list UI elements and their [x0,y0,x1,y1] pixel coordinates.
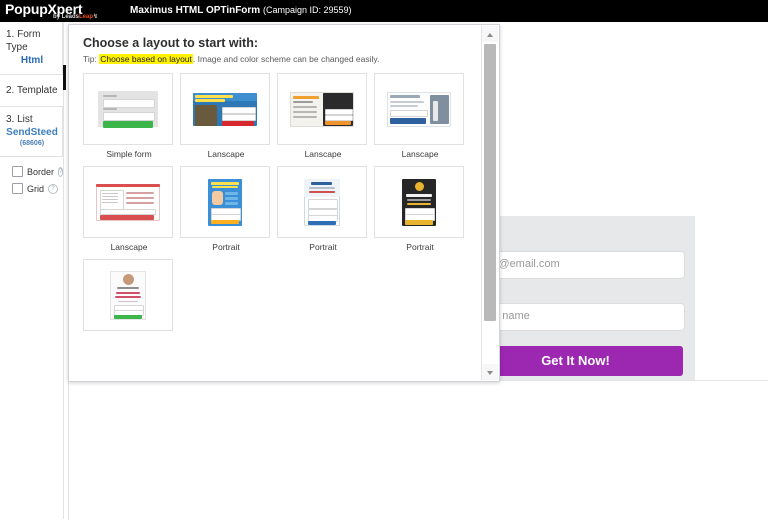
template-grid: Simple form Lanscape Lanscape Lanscape L… [83,73,475,373]
sidebar-item-form-type[interactable]: 1. Form Type Html [0,22,63,75]
template-thumbnail[interactable] [83,73,173,145]
preview-submit-button[interactable]: Get It Now! [468,346,683,376]
thumb-art-simple-green [92,83,164,135]
thumb-art-landscape-orange [286,83,358,135]
sidebar-item-list[interactable]: 3. List SendSteed (68606) [0,107,63,157]
modal-scrollbar[interactable] [481,26,498,380]
template-card[interactable]: Lanscape [180,73,272,161]
brand-tagline-leap: Leap [79,14,94,20]
template-card[interactable] [83,259,175,337]
scroll-up-arrow-icon[interactable] [482,26,498,42]
template-thumbnail[interactable] [374,73,464,145]
template-thumbnail[interactable] [374,166,464,238]
thumb-art-landscape-red [92,176,164,228]
preview-name-input[interactable]: Your name [468,303,685,331]
page-title: Maximus HTML OPTinForm (Campaign ID: 295… [130,5,352,16]
template-caption: Portrait [212,242,240,252]
thumb-art-landscape-blue [383,83,455,135]
border-help-icon[interactable]: ? [58,166,64,177]
template-card[interactable]: Simple form [83,73,175,161]
modal-heading: Choose a layout to start with: [83,36,259,50]
step-2-label: 2. Template [6,85,58,96]
template-thumbnail[interactable] [83,166,173,238]
template-caption [83,331,175,337]
border-checkbox[interactable] [12,166,23,177]
template-card[interactable]: Lanscape [83,166,175,254]
template-chooser-modal: Choose a layout to start with: Tip: Choo… [68,24,500,382]
template-row [83,259,475,337]
template-thumbnail[interactable] [83,259,173,331]
active-step-indicator [63,65,66,90]
tip-prefix: Tip: [83,54,100,64]
template-row: Simple form Lanscape Lanscape Lanscape [83,73,475,161]
step-1-value: Html [20,55,44,66]
top-bar: PopupXpert by LeadsLeap↯ Maximus HTML OP… [0,0,768,22]
thumb-art-landscape-mountain [189,83,261,135]
template-caption: Lanscape [304,149,342,159]
template-thumbnail[interactable] [277,166,367,238]
modal-tip: Tip: Choose based on layout. Image and c… [69,50,499,71]
thumb-art-portrait-cartoon [189,176,261,228]
grid-label: Grid [27,183,45,194]
sidebar-item-template[interactable]: 2. Template [0,75,63,107]
template-caption: Lanscape [401,149,439,159]
grid-checkbox-row[interactable]: Grid ? [0,180,63,197]
template-card[interactable]: Portrait [277,166,369,254]
template-thumbnail[interactable] [180,73,270,145]
grid-checkbox[interactable] [12,183,23,194]
app-logo[interactable]: PopupXpert by LeadsLeap↯ [5,1,98,20]
border-checkbox-row[interactable]: Border ? [0,163,64,180]
template-card[interactable]: Lanscape [277,73,369,161]
brand-tagline-glyph: ↯ [93,14,99,20]
template-caption: Lanscape [110,242,148,252]
template-row: Lanscape Portrait Portrait Portrait [83,166,475,254]
brand-tagline-pre: by Leads [53,14,80,20]
sidebar-divider [63,22,64,519]
tip-highlight: Choose based on layout [99,54,193,64]
preview-email-input[interactable]: your@email.com [468,251,685,279]
step-1-label: 1. Form Type [6,29,41,53]
template-caption: Portrait [406,242,434,252]
scrollbar-thumb[interactable] [484,44,496,321]
scroll-down-arrow-icon[interactable] [482,364,498,380]
thumb-art-portrait-avatar-green [92,269,164,321]
step-3-label: 3. List [6,114,33,125]
tip-rest: . Image and color scheme can be changed … [192,54,380,64]
grid-help-icon[interactable]: ? [48,183,59,194]
template-card[interactable]: Lanscape [374,73,466,161]
app-root: PopupXpert by LeadsLeap↯ Maximus HTML OP… [0,0,768,520]
step-sidebar: 1. Form Type Html 2. Template 3. List Se… [0,22,64,519]
template-caption: Simple form [106,149,152,159]
editor-canvas [68,380,768,520]
template-caption: Portrait [309,242,337,252]
thumb-art-portrait-needhelp [286,176,358,228]
template-card[interactable]: Portrait [374,166,466,254]
page-title-text: Maximus HTML OPTinForm [130,5,261,16]
border-label: Border [27,166,55,177]
brand-tagline: by LeadsLeap↯ [53,13,98,20]
template-card[interactable]: Portrait [180,166,272,254]
step-3-sub: (68606) [19,140,45,147]
template-caption: Lanscape [207,149,245,159]
template-thumbnail[interactable] [180,166,270,238]
template-thumbnail[interactable] [277,73,367,145]
campaign-id: (Campaign ID: 29559) [262,5,352,15]
thumb-art-portrait-dark-gold [383,176,455,228]
step-3-value[interactable]: SendSteed [6,126,58,139]
